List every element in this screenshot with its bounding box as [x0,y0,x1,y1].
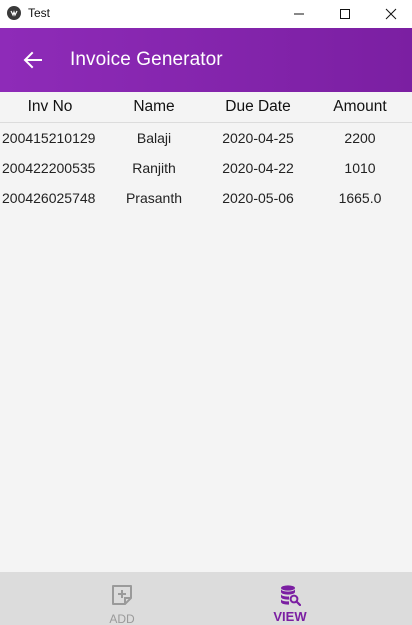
invoice-table: Inv No Name Due Date Amount 200415210129… [0,92,412,213]
minimize-icon [294,13,304,15]
cell-amount: 1665.0 [338,190,382,206]
cell-name: Ranjith [132,160,176,176]
close-button[interactable] [368,0,412,28]
column-header-inv-no: Inv No [27,98,73,115]
cell-inv-no: 200426025748 [2,190,96,206]
table-row[interactable]: 200426025748 Prasanth 2020-05-06 1665.0 [0,183,412,213]
column-header-name: Name [133,98,175,115]
table-header: Inv No Name Due Date Amount [0,92,412,123]
cell-inv-no: 200415210129 [2,130,96,146]
cell-due-date: 2020-04-25 [222,130,294,146]
maximize-button[interactable] [322,0,368,28]
cell-name: Prasanth [125,190,183,206]
nav-view-button[interactable]: VIEW [187,572,393,625]
table-row[interactable]: 200422200535 Ranjith 2020-04-22 1010 [0,153,412,183]
cell-amount: 1010 [344,160,376,176]
add-note-icon [112,585,132,605]
close-icon [385,8,397,20]
minimize-button[interactable] [276,0,322,28]
cell-inv-no: 200422200535 [2,160,96,176]
app-bar: Invoice Generator [0,28,412,92]
app-logo-icon [7,6,21,20]
nav-view-label: VIEW [273,609,307,624]
column-header-due-date: Due Date [225,98,291,115]
page-title: Invoice Generator [70,49,223,70]
cell-amount: 2200 [344,130,376,146]
arrow-left-icon [23,51,42,69]
cell-due-date: 2020-04-22 [222,160,294,176]
cell-name: Balaji [136,130,172,146]
back-button[interactable] [20,48,46,72]
database-search-icon [281,585,301,606]
column-header-amount: Amount [333,98,387,115]
cell-due-date: 2020-05-06 [222,190,294,206]
window-title: Test [28,6,51,20]
window-titlebar: Test [0,0,412,28]
table-row[interactable]: 200415210129 Balaji 2020-04-25 2200 [0,123,412,153]
bottom-navigation: ADD VIEW [0,572,412,625]
maximize-icon [340,9,350,19]
